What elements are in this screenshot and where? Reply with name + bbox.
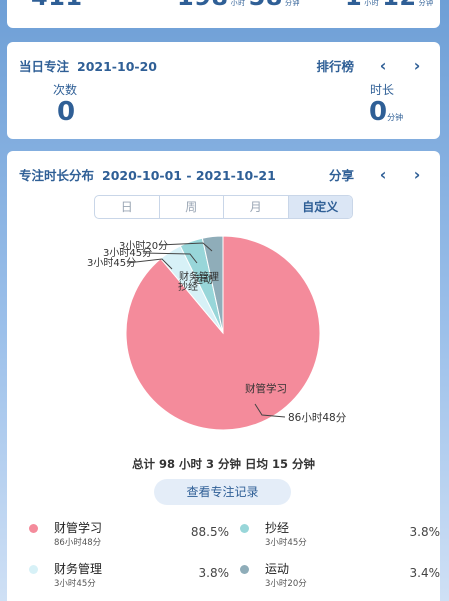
avg-hours: 1 xyxy=(345,0,362,11)
slice-name-label-3: 运动 xyxy=(193,274,213,286)
summary-text: 总计 98 小时 3 分钟 日均 15 分钟 xyxy=(131,457,316,471)
legend-dot-icon xyxy=(29,524,38,533)
legend-dot-icon xyxy=(29,565,38,574)
avg-minutes-unit: 分钟 xyxy=(418,0,434,7)
duration-unit: 分钟 xyxy=(387,113,404,122)
tab-day[interactable]: 日 xyxy=(95,196,160,218)
total-duration: 198小时58分钟 xyxy=(177,0,303,11)
today-date: 2021-10-20 xyxy=(77,59,157,74)
tab-week[interactable]: 周 xyxy=(160,196,224,218)
legend-percent: 3.4% xyxy=(409,566,441,580)
legend-dot-icon xyxy=(240,565,249,574)
today-header: 当日专注 2021-10-20 排行榜 ‹ › xyxy=(19,56,428,75)
legend-percent: 88.5% xyxy=(190,525,229,539)
slice-name-label-0: 财管学习 xyxy=(245,382,287,395)
slice-value-label-0: 86小时48分 xyxy=(288,412,347,424)
legend-dot-icon xyxy=(240,524,249,533)
legend-duration: 3小时20分 xyxy=(265,579,307,589)
chevron-left-icon[interactable]: ‹ xyxy=(372,166,394,182)
legend-duration: 86小时48分 xyxy=(54,538,102,548)
legend-name: 财务管理 xyxy=(54,562,103,576)
chevron-right-icon[interactable]: › xyxy=(406,166,428,182)
focus-pie-chart: 财管学习86小时48分财务管理抄经运动3小时20分3小时45分3小时45分 xyxy=(87,235,347,431)
view-records-button[interactable]: 查看专注记录 xyxy=(154,479,291,505)
count-label: 次数 xyxy=(53,83,78,97)
tab-month[interactable]: 月 xyxy=(224,196,289,218)
minutes-unit: 分钟 xyxy=(285,0,301,7)
distribution-date-range: 2020-10-01 - 2021-10-21 xyxy=(102,168,276,183)
count-value: 0 xyxy=(57,97,76,127)
avg-minutes: 12 xyxy=(382,0,416,11)
share-button[interactable]: 分享 xyxy=(329,165,354,184)
legend-name: 财管学习 xyxy=(54,521,103,535)
legend-name: 运动 xyxy=(265,562,290,576)
chevron-left-icon[interactable]: ‹ xyxy=(372,57,394,73)
legend-item-3: 运动 3小时20分 3.4% xyxy=(240,560,440,592)
total-minutes: 58 xyxy=(249,0,283,11)
legend-percent: 3.8% xyxy=(409,525,441,539)
avg-hours-unit: 小时 xyxy=(364,0,380,7)
tab-custom[interactable]: 自定义 xyxy=(288,196,352,218)
duration-value: 0分钟 xyxy=(369,97,403,127)
distribution-card: 专注时长分布 2020-10-01 - 2021-10-21 分享 ‹ › 日 周… xyxy=(7,151,440,601)
duration-label: 时长 xyxy=(370,83,395,97)
distribution-header: 专注时长分布 2020-10-01 - 2021-10-21 分享 ‹ › xyxy=(19,165,428,184)
legend-item-1: 抄经 3小时45分 3.8% xyxy=(240,519,440,551)
legend-name: 抄经 xyxy=(265,521,290,535)
today-title: 当日专注 xyxy=(19,59,70,74)
total-hours: 198 xyxy=(177,0,229,11)
legend-duration: 3小时45分 xyxy=(265,538,307,548)
today-focus-card: 当日专注 2021-10-20 排行榜 ‹ › 次数 0 时长 0分钟 xyxy=(7,42,440,139)
daily-average: 1小时12分钟 xyxy=(345,0,437,11)
total-count: 411 xyxy=(31,0,83,11)
total-stats-card: 411 198小时58分钟 1小时12分钟 xyxy=(7,0,440,28)
duration-number: 0 xyxy=(369,97,388,127)
ranking-button[interactable]: 排行榜 xyxy=(316,56,354,75)
hours-unit: 小时 xyxy=(230,0,246,7)
distribution-title: 专注时长分布 xyxy=(19,168,95,183)
legend-item-2: 财务管理 3小时45分 3.8% xyxy=(29,560,229,592)
legend-item-0: 财管学习 86小时48分 88.5% xyxy=(29,519,229,551)
legend-duration: 3小时45分 xyxy=(54,579,96,589)
chevron-right-icon[interactable]: › xyxy=(406,57,428,73)
legend-percent: 3.8% xyxy=(198,566,230,580)
period-tabs: 日 周 月 自定义 xyxy=(94,195,353,219)
